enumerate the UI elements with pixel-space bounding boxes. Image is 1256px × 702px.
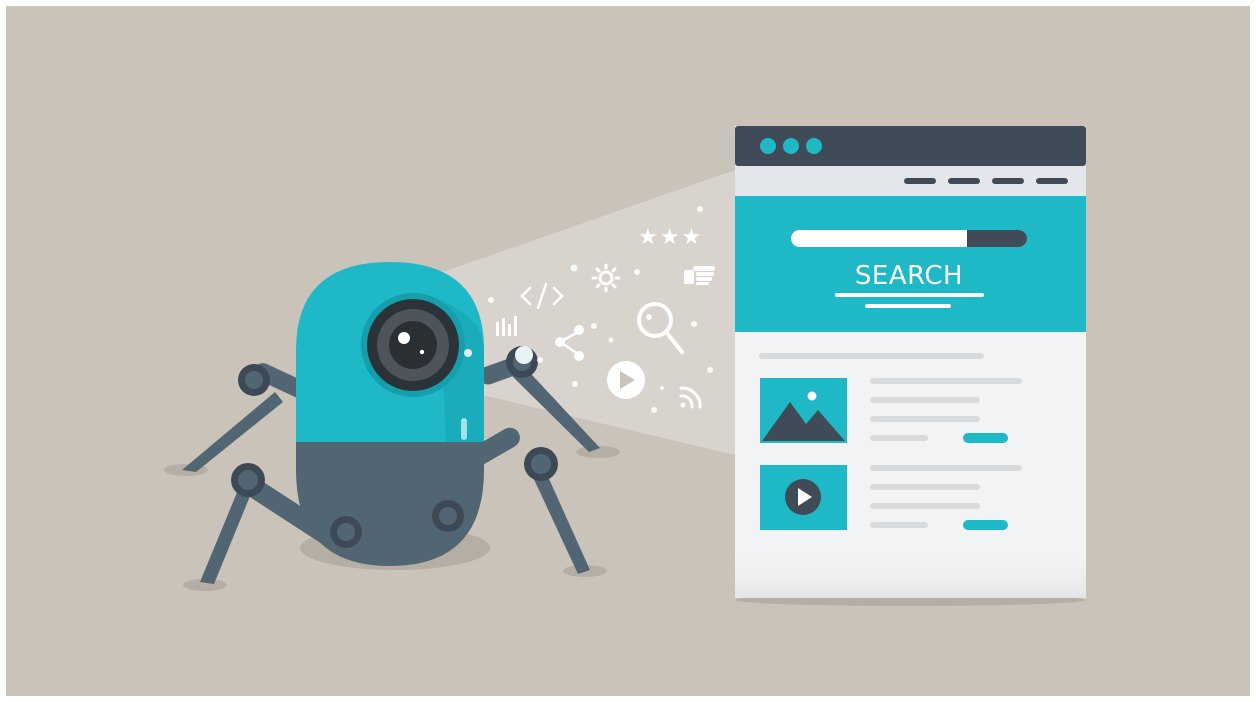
search-label: SEARCH [855,261,963,291]
window-dot-2 [783,138,799,154]
nav-link-2 [948,178,980,184]
star-icon: ★★★ [638,225,703,250]
illustration: ★★★ SEARCH [0,0,1256,702]
browser-bottom-fade [735,548,1086,598]
browser-window: SEARCH [735,126,1086,606]
search-bar-button [967,230,1027,247]
nav-link-4 [1036,178,1068,184]
nav-link-3 [992,178,1024,184]
content-heading-line [759,353,984,359]
bubble-large [515,346,533,364]
nav-link-1 [904,178,936,184]
card-2-action [963,520,1008,530]
window-dot-1 [760,138,776,154]
card-1-action [963,433,1008,443]
camera-lens-eye [361,293,465,397]
robot-indicator-light [461,418,467,440]
search-underline-2 [865,304,951,308]
play-icon [607,361,645,399]
search-underline-1 [835,293,984,297]
window-dot-3 [806,138,822,154]
image-sun [807,391,817,401]
